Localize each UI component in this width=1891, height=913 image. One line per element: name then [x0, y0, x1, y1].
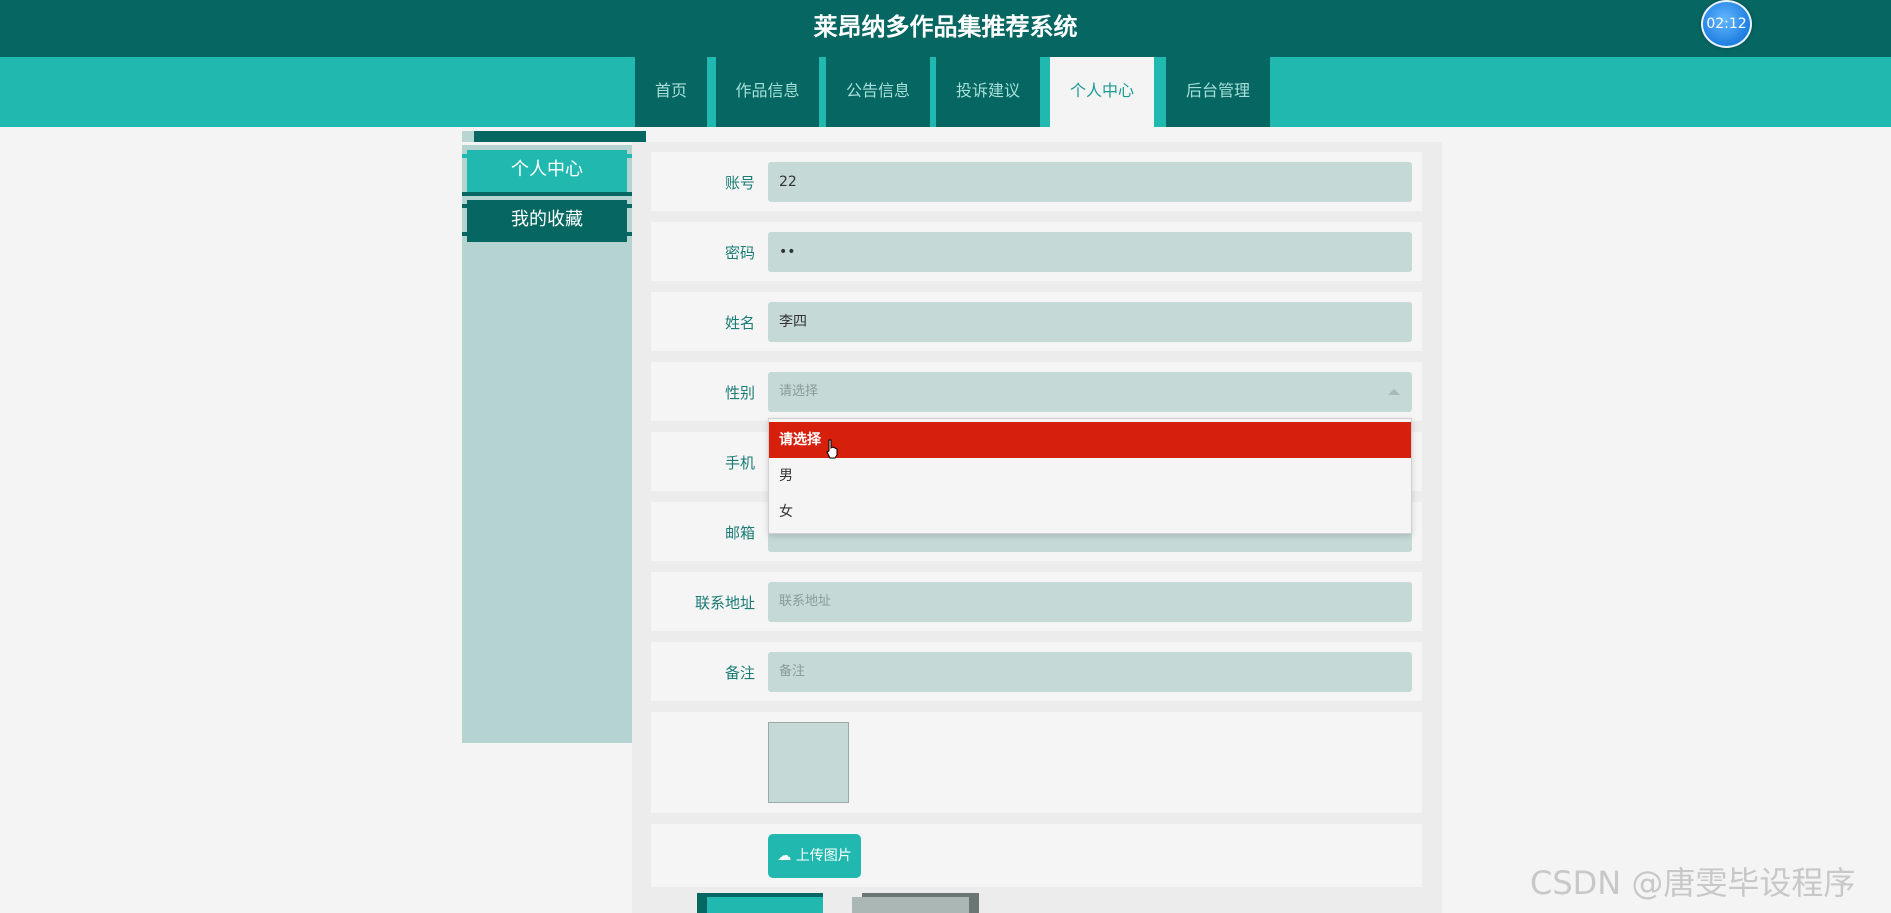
- form-row-password: 密码 ••: [651, 222, 1422, 281]
- account-input[interactable]: 22: [768, 162, 1412, 202]
- nav-item-notices[interactable]: 公告信息: [826, 57, 930, 127]
- password-input[interactable]: ••: [768, 232, 1412, 272]
- form-row-image: [651, 712, 1422, 813]
- address-label: 联系地址: [694, 594, 755, 612]
- nav-item-works[interactable]: 作品信息: [716, 57, 819, 127]
- sidebar-item-favorites[interactable]: 我的收藏: [462, 200, 632, 242]
- upload-image-button[interactable]: ☁ 上传图片: [768, 834, 861, 878]
- cloud-upload-icon: ☁: [777, 848, 792, 864]
- dropdown-option-placeholder[interactable]: 请选择: [769, 422, 1411, 458]
- nav-item-personal-center[interactable]: 个人中心: [1050, 57, 1154, 127]
- timer-badge: 02:12: [1701, 0, 1752, 48]
- site-title: 莱昂纳多作品集推荐系统: [813, 13, 1078, 41]
- form-row-remark: 备注 备注: [651, 642, 1422, 701]
- gender-select-value: 请选择: [779, 384, 819, 399]
- password-label: 密码: [724, 244, 755, 262]
- remark-input[interactable]: 备注: [768, 652, 1412, 692]
- gender-label: 性别: [724, 384, 755, 402]
- main-nav: 首页 作品信息 公告信息 投诉建议 个人中心 后台管理: [0, 57, 1891, 127]
- gender-dropdown: 请选择 男 女: [768, 418, 1412, 534]
- phone-label: 手机: [724, 454, 755, 472]
- name-input[interactable]: 李四: [768, 302, 1412, 342]
- watermark: CSDN @唐雯毕设程序: [1530, 864, 1856, 902]
- hand-cursor-icon: [826, 439, 838, 459]
- address-input[interactable]: 联系地址: [768, 582, 1412, 622]
- sidebar-item-personal-center[interactable]: 个人中心: [462, 150, 632, 196]
- upload-button-label: 上传图片: [795, 848, 852, 864]
- nav-item-admin[interactable]: 后台管理: [1166, 57, 1270, 127]
- name-label: 姓名: [724, 314, 755, 332]
- email-label: 邮箱: [724, 524, 755, 542]
- form-row-upload: [651, 824, 1422, 887]
- form-row-name: 姓名 李四: [651, 292, 1422, 351]
- sidebar-top-bar: [474, 131, 646, 142]
- dropdown-option-male[interactable]: 男: [769, 458, 1411, 494]
- account-label: 账号: [724, 174, 755, 192]
- nav-item-home[interactable]: 首页: [635, 57, 707, 127]
- form-row-account: 账号 22: [651, 152, 1422, 211]
- form-row-address: 联系地址 联系地址: [651, 572, 1422, 631]
- broken-image-icon: [768, 722, 849, 803]
- submit-button[interactable]: [707, 897, 823, 913]
- remark-label: 备注: [724, 664, 755, 682]
- chevron-up-icon: [1388, 389, 1400, 395]
- gender-select[interactable]: 请选择: [768, 372, 1412, 412]
- dropdown-option-female[interactable]: 女: [769, 494, 1411, 530]
- nav-item-complaints[interactable]: 投诉建议: [936, 57, 1040, 127]
- logout-button[interactable]: [852, 897, 969, 913]
- form-row-gender: 性别 请选择: [651, 362, 1422, 421]
